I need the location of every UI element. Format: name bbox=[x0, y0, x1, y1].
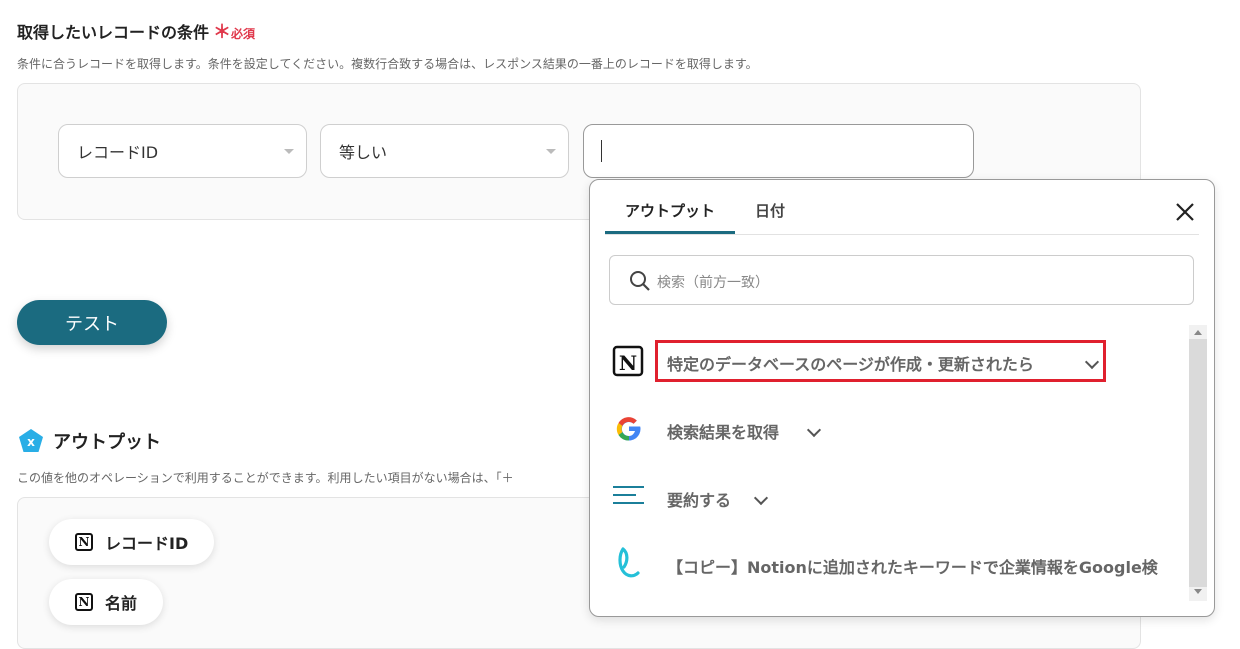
chip-label: レコードID bbox=[105, 534, 189, 553]
yoom-flow-icon bbox=[614, 545, 644, 583]
chip-label: 名前 bbox=[105, 594, 138, 613]
notion-icon: N bbox=[75, 593, 93, 611]
svg-text:x: x bbox=[27, 435, 35, 449]
output-chip-name[interactable]: N 名前 bbox=[49, 579, 164, 625]
svg-text:N: N bbox=[619, 351, 637, 375]
close-icon[interactable] bbox=[1173, 200, 1197, 224]
notion-icon: N bbox=[75, 533, 93, 551]
chevron-down-icon[interactable] bbox=[806, 422, 822, 438]
conditions-title-text: 取得したいレコードの条件 bbox=[17, 23, 210, 42]
search-placeholder: 検索（前方一致） bbox=[657, 275, 769, 291]
chevron-down-icon[interactable] bbox=[753, 490, 769, 506]
required-label: 必須 bbox=[231, 27, 256, 41]
operator-select[interactable]: 等しい bbox=[320, 124, 569, 178]
output-section-title: アウトプット bbox=[53, 432, 161, 453]
text-cursor bbox=[601, 140, 602, 162]
output-item-google-search[interactable]: 検索結果を取得 bbox=[667, 419, 779, 443]
notion-icon: N bbox=[612, 344, 646, 378]
output-description: この値を他のオペレーションで利用することができます。利用したい項目がない場合は、… bbox=[17, 471, 514, 485]
tab-divider bbox=[605, 234, 1199, 235]
scrollbar-track[interactable] bbox=[1189, 325, 1207, 601]
value-input[interactable] bbox=[583, 124, 974, 178]
summary-lines-icon bbox=[612, 485, 646, 505]
scrollbar-thumb[interactable] bbox=[1189, 339, 1207, 587]
required-asterisk: ＊ bbox=[213, 22, 232, 43]
field-select[interactable]: レコードID bbox=[58, 124, 307, 178]
variable-picker-popup: アウトプット 日付 検索（前方一致） N 特定のデータベースのページが作成・更新… bbox=[589, 179, 1215, 617]
field-select-caret-icon bbox=[284, 149, 294, 154]
operator-select-caret-icon bbox=[546, 149, 556, 154]
google-icon bbox=[614, 414, 644, 444]
tab-date[interactable]: 日付 bbox=[755, 200, 785, 221]
scroll-up-icon[interactable] bbox=[1194, 330, 1202, 335]
output-item-notion-trigger[interactable]: 特定のデータベースのページが作成・更新されたら bbox=[667, 351, 1034, 375]
output-item-copy-flow[interactable]: 【コピー】Notionに追加されたキーワードで企業情報をGoogle検 bbox=[667, 554, 1185, 578]
conditions-title: 取得したいレコードの条件 ＊必須 bbox=[17, 18, 255, 44]
scroll-down-icon[interactable] bbox=[1194, 589, 1202, 594]
tab-output[interactable]: アウトプット bbox=[625, 200, 715, 221]
conditions-description: 条件に合うレコードを取得します。条件を設定してください。複数行合致する場合は、レ… bbox=[17, 57, 758, 71]
output-item-summarize[interactable]: 要約する bbox=[667, 487, 731, 511]
field-select-value: レコードID bbox=[77, 143, 159, 162]
output-section-icon: x bbox=[18, 428, 44, 454]
search-input[interactable]: 検索（前方一致） bbox=[609, 255, 1194, 305]
output-chip-record-id[interactable]: N レコードID bbox=[49, 519, 215, 565]
operator-select-value: 等しい bbox=[339, 143, 388, 162]
search-icon bbox=[630, 271, 650, 291]
test-button[interactable]: テスト bbox=[17, 300, 167, 345]
